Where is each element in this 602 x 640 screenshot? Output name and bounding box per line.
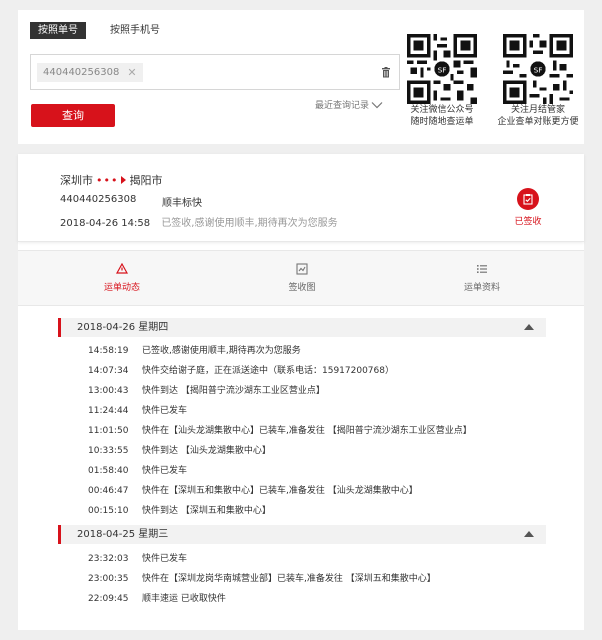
event-text: 快件交给谢子庭，正在派送途中（联系电话：15917200768） [142, 366, 394, 376]
event-text: 快件到达 【深圳五和集散中心】 [142, 506, 271, 516]
route-destination: 揭阳市 [129, 174, 163, 187]
image-icon [296, 263, 308, 275]
tab-by-phone[interactable]: 按照手机号 [102, 22, 168, 39]
timeline-event: 11:01:50 快件在【汕头龙湖集散中心】已装车,准备发往 【揭阳普宁流沙湖东工… [88, 425, 472, 437]
route: 深圳市 ••• 揭阳市 [60, 172, 162, 188]
truck-icon [116, 263, 128, 274]
close-icon[interactable]: ✕ [127, 63, 136, 82]
tab-waybill-tracking-label: 运单动态 [103, 283, 140, 293]
event-time: 00:15:10 [88, 506, 129, 516]
event-text: 快件在【深圳五和集散中心】已装车,准备发往 【汕头龙湖集散中心】 [142, 486, 418, 496]
tab-signature-image[interactable]: 签收图 [262, 263, 342, 293]
chevron-down-icon [371, 101, 383, 108]
waybill-summary: 深圳市 ••• 揭阳市 440440256308 顺丰标快 2018-04-26… [18, 154, 584, 242]
day-header[interactable]: 2018-04-26 星期四 [58, 318, 546, 337]
event-text: 快件已发车 [142, 406, 188, 416]
event-text: 快件在【深圳龙岗华南城营业部】已装车,准备发往 【深圳五和集散中心】 [142, 574, 436, 584]
svg-text:SF: SF [438, 65, 447, 74]
search-mode-tabs: 按照单号 按照手机号 [30, 22, 168, 39]
timeline-event: 23:32:03 快件已发车 [88, 553, 187, 565]
timeline-event: 13:00:43 快件到达 【揭阳普宁流沙湖东工业区营业点】 [88, 385, 325, 397]
wechat-qr-caption-2: 随时随地查运单 [410, 117, 474, 127]
event-time: 10:33:55 [88, 446, 129, 456]
event-time: 22:09:45 [88, 594, 129, 604]
collapse-arrow-icon[interactable] [524, 531, 534, 537]
event-text: 快件到达 【汕头龙湖集散中心】 [142, 446, 271, 456]
monthly-qr-code-icon: SF [503, 34, 573, 104]
event-text: 快件在【汕头龙湖集散中心】已装车,准备发往 【揭阳普宁流沙湖东工业区营业点】 [142, 426, 472, 436]
waybill-number: 440440256308 [60, 194, 137, 205]
event-time: 01:58:40 [88, 466, 129, 476]
waybill-chip: 440440256308 ✕ [37, 63, 143, 82]
event-time: 11:01:50 [88, 426, 129, 436]
route-origin: 深圳市 [60, 174, 93, 187]
day-header[interactable]: 2018-04-25 星期三 [58, 525, 546, 544]
route-arrow-icon [121, 176, 127, 184]
timeline-event: 23:00:35 快件在【深圳龙岗华南城营业部】已装车,准备发往 【深圳五和集散中… [88, 573, 436, 585]
event-time: 14:07:34 [88, 366, 129, 376]
list-icon [477, 265, 487, 273]
collapse-arrow-icon[interactable] [524, 324, 534, 330]
latest-status-line: 2018-04-26 14:58 已签收,感谢使用顺丰,期待再次为您服务 [60, 214, 338, 229]
monthly-qr-block: SF 关注月结管家 企业查单对账更方便 [496, 34, 580, 128]
timeline-event: 10:33:55 快件到达 【汕头龙湖集散中心】 [88, 445, 271, 457]
timeline-event: 11:24:44 快件已发车 [88, 405, 187, 417]
waybill-meta: 440440256308 顺丰标快 [60, 194, 202, 209]
event-time: 23:32:03 [88, 554, 129, 564]
event-time: 14:58:19 [88, 346, 129, 356]
monthly-qr-caption-1: 关注月结管家 [510, 105, 565, 115]
wechat-qr-caption-1: 关注微信公众号 [410, 105, 474, 115]
status-badge: 已签收 [508, 188, 548, 227]
wechat-qr-block: SF 关注微信公众号 随时随地查运单 [400, 34, 484, 128]
waybill-result-card: 深圳市 ••• 揭阳市 440440256308 顺丰标快 2018-04-26… [18, 154, 584, 630]
event-text: 快件已发车 [142, 554, 188, 564]
monthly-qr-caption-2: 企业查单对账更方便 [497, 117, 579, 127]
tab-waybill-tracking[interactable]: 运单动态 [82, 263, 162, 293]
trash-icon[interactable] [381, 67, 391, 78]
tab-waybill-info[interactable]: 运单资料 [442, 263, 522, 293]
status-label: 已签收 [514, 217, 542, 227]
event-time: 11:24:44 [88, 406, 129, 416]
day-date: 2018-04-26 星期四 [77, 322, 169, 333]
event-time: 13:00:43 [88, 386, 129, 396]
search-panel: 按照单号 按照手机号 440440256308 ✕ 最近查询记录 查询 SF 关… [18, 10, 584, 144]
timeline-event: 00:15:10 快件到达 【深圳五和集散中心】 [88, 505, 271, 517]
wechat-qr-code-icon: SF [407, 34, 477, 104]
timeline-event: 00:46:47 快件在【深圳五和集散中心】已装车,准备发往 【汕头龙湖集散中心】 [88, 485, 418, 497]
event-text: 快件已发车 [142, 466, 188, 476]
event-text: 快件到达 【揭阳普宁流沙湖东工业区营业点】 [142, 386, 325, 396]
recent-queries-link[interactable]: 最近查询记录 [315, 98, 383, 111]
timeline-event: 14:58:19 已签收,感谢使用顺丰,期待再次为您服务 [88, 345, 301, 357]
latest-description: 已签收,感谢使用顺丰,期待再次为您服务 [161, 218, 338, 229]
recent-queries-label: 最近查询记录 [315, 101, 370, 111]
event-text: 顺丰速运 已收取快件 [142, 594, 226, 604]
route-dots: ••• [96, 173, 119, 187]
waybill-chip-label: 440440256308 [43, 67, 120, 78]
timeline-event: 01:58:40 快件已发车 [88, 465, 187, 477]
query-button[interactable]: 查询 [31, 104, 115, 127]
tab-by-waybill[interactable]: 按照单号 [30, 22, 86, 39]
timeline-event: 22:09:45 顺丰速运 已收取快件 [88, 593, 226, 605]
event-time: 00:46:47 [88, 486, 129, 496]
timeline-event: 14:07:34 快件交给谢子庭，正在派送途中（联系电话：15917200768） [88, 365, 394, 377]
product-type: 顺丰标快 [162, 198, 202, 209]
tab-waybill-info-label: 运单资料 [463, 283, 500, 293]
svg-text:SF: SF [534, 65, 543, 74]
tab-signature-image-label: 签收图 [288, 283, 316, 293]
event-text: 已签收,感谢使用顺丰,期待再次为您服务 [142, 346, 301, 356]
latest-datetime: 2018-04-26 14:58 [60, 218, 151, 229]
signed-icon [517, 188, 539, 210]
waybill-search-input[interactable]: 440440256308 ✕ [30, 54, 400, 90]
waybill-tabbar: 运单动态 签收图 运单资料 [18, 250, 584, 306]
event-time: 23:00:35 [88, 574, 129, 584]
day-date: 2018-04-25 星期三 [77, 529, 169, 540]
